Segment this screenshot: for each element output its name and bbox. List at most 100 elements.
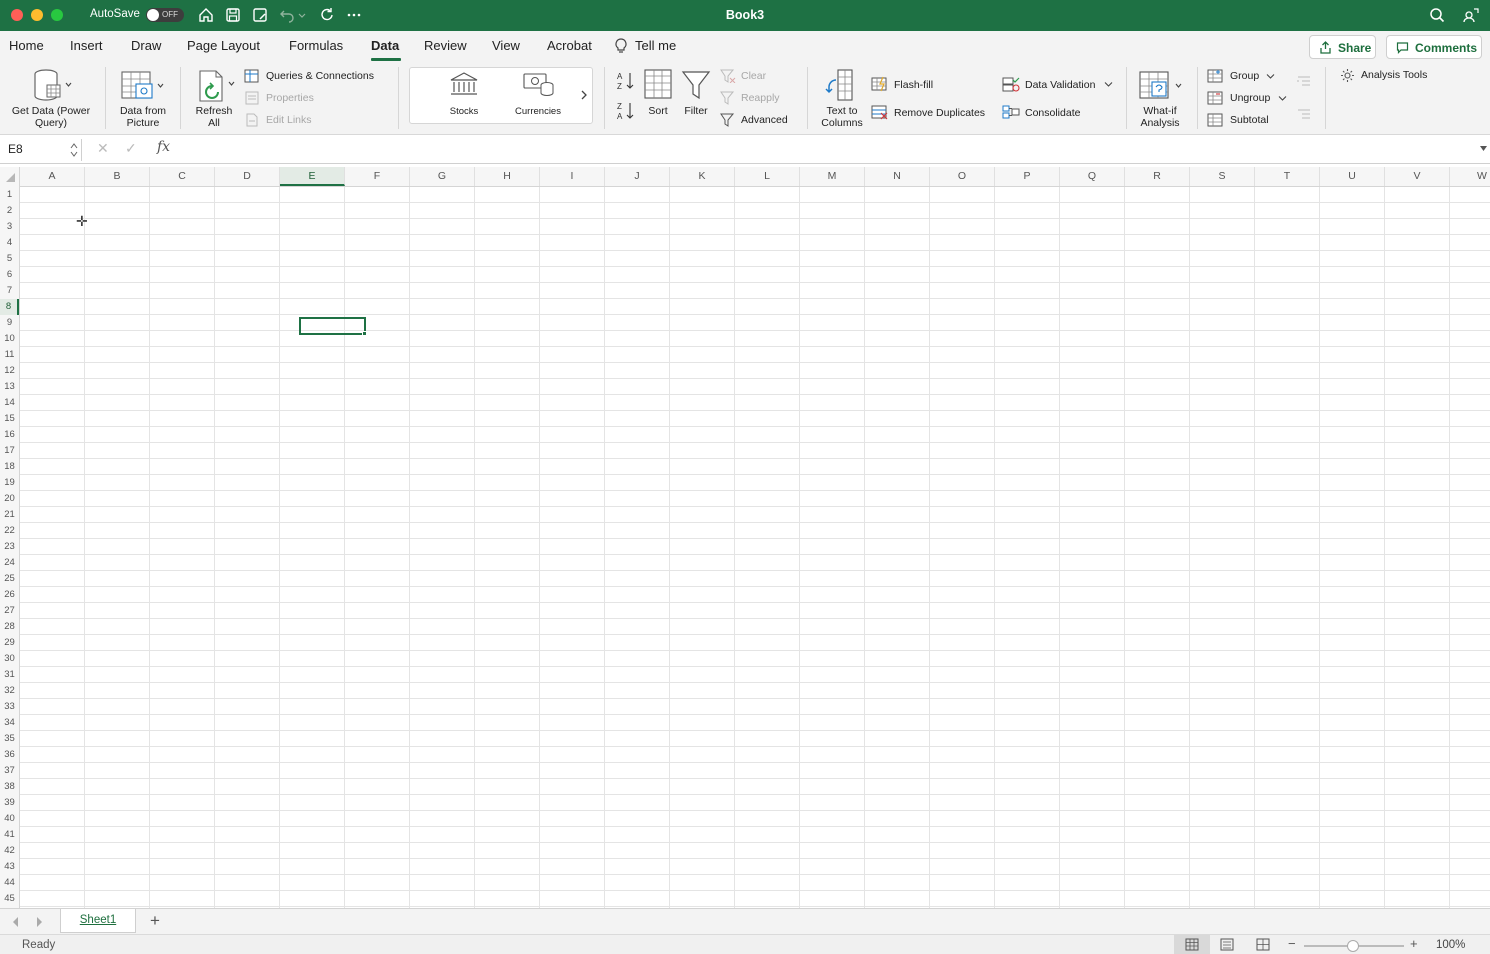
undo-dropdown-icon[interactable] bbox=[297, 6, 307, 24]
minimize-window-button[interactable] bbox=[31, 9, 43, 21]
row-header[interactable]: 2 bbox=[0, 203, 19, 219]
row-header[interactable]: 20 bbox=[0, 491, 19, 507]
tab-data[interactable]: Data bbox=[371, 38, 399, 53]
zoom-out-icon[interactable]: − bbox=[1288, 936, 1296, 951]
tab-formulas[interactable]: Formulas bbox=[289, 38, 343, 53]
column-header[interactable]: P bbox=[995, 167, 1060, 186]
scroll-sheets-right-icon[interactable] bbox=[34, 916, 44, 928]
share-button[interactable]: Share bbox=[1309, 35, 1376, 59]
row-header[interactable]: 39 bbox=[0, 795, 19, 811]
tab-acrobat[interactable]: Acrobat bbox=[547, 38, 592, 53]
column-header[interactable]: U bbox=[1320, 167, 1385, 186]
row-header[interactable]: 14 bbox=[0, 395, 19, 411]
row-header[interactable]: 12 bbox=[0, 363, 19, 379]
row-header[interactable]: 29 bbox=[0, 635, 19, 651]
hide-detail-icon[interactable] bbox=[1297, 108, 1311, 120]
name-box-stepper-icon[interactable] bbox=[70, 142, 78, 158]
row-header[interactable]: 41 bbox=[0, 827, 19, 843]
zoom-level[interactable]: 100% bbox=[1436, 939, 1465, 951]
autosave-toggle[interactable]: OFF bbox=[146, 8, 184, 22]
column-header[interactable]: H bbox=[475, 167, 540, 186]
column-header[interactable]: J bbox=[605, 167, 670, 186]
tell-me-search[interactable]: Tell me bbox=[635, 38, 676, 53]
sheet-tab-sheet1[interactable]: Sheet1 bbox=[60, 909, 136, 933]
more-icon[interactable] bbox=[345, 6, 363, 24]
row-header[interactable]: 30 bbox=[0, 651, 19, 667]
row-header[interactable]: 24 bbox=[0, 555, 19, 571]
tab-draw[interactable]: Draw bbox=[131, 38, 161, 53]
tab-home[interactable]: Home bbox=[9, 38, 44, 53]
column-header[interactable]: O bbox=[930, 167, 995, 186]
tab-view[interactable]: View bbox=[492, 38, 520, 53]
tab-page-layout[interactable]: Page Layout bbox=[187, 38, 260, 53]
column-header[interactable]: M bbox=[800, 167, 865, 186]
row-header[interactable]: 35 bbox=[0, 731, 19, 747]
column-header[interactable]: K bbox=[670, 167, 735, 186]
home-icon[interactable] bbox=[197, 6, 215, 24]
row-header[interactable]: 40 bbox=[0, 811, 19, 827]
row-header[interactable]: 28 bbox=[0, 619, 19, 635]
zoom-in-icon[interactable]: + bbox=[1410, 936, 1418, 951]
save-as-icon[interactable] bbox=[251, 6, 269, 24]
column-header[interactable]: F bbox=[345, 167, 410, 186]
column-header[interactable]: S bbox=[1190, 167, 1255, 186]
search-icon[interactable] bbox=[1428, 6, 1446, 24]
row-header[interactable]: 26 bbox=[0, 587, 19, 603]
formula-input[interactable] bbox=[179, 138, 1469, 161]
name-box[interactable]: E8 bbox=[4, 139, 82, 161]
active-cell[interactable] bbox=[299, 317, 366, 335]
scroll-sheets-left-icon[interactable] bbox=[11, 916, 21, 928]
column-header[interactable]: N bbox=[865, 167, 930, 186]
row-header[interactable]: 18 bbox=[0, 459, 19, 475]
row-header[interactable]: 6 bbox=[0, 267, 19, 283]
row-header[interactable]: 32 bbox=[0, 683, 19, 699]
column-header[interactable]: D bbox=[215, 167, 280, 186]
close-window-button[interactable] bbox=[11, 9, 23, 21]
save-icon[interactable] bbox=[224, 6, 242, 24]
account-icon[interactable] bbox=[1462, 6, 1480, 24]
column-header[interactable]: A bbox=[20, 167, 85, 186]
row-header[interactable]: 27 bbox=[0, 603, 19, 619]
add-sheet-button[interactable]: + bbox=[150, 911, 160, 931]
column-header[interactable]: V bbox=[1385, 167, 1450, 186]
row-header[interactable]: 23 bbox=[0, 539, 19, 555]
fill-handle[interactable] bbox=[362, 331, 367, 336]
row-header[interactable]: 1 bbox=[0, 187, 19, 203]
row-header[interactable]: 25 bbox=[0, 571, 19, 587]
row-header[interactable]: 4 bbox=[0, 235, 19, 251]
row-header[interactable]: 8 bbox=[0, 299, 19, 315]
column-header[interactable]: R bbox=[1125, 167, 1190, 186]
row-header[interactable]: 33 bbox=[0, 699, 19, 715]
column-header[interactable]: W bbox=[1450, 167, 1490, 186]
column-header[interactable]: L bbox=[735, 167, 800, 186]
row-header[interactable]: 9 bbox=[0, 315, 19, 331]
show-detail-icon[interactable] bbox=[1297, 75, 1311, 87]
row-header[interactable]: 3 bbox=[0, 219, 19, 235]
chevron-right-icon[interactable] bbox=[579, 89, 589, 101]
row-header[interactable]: 42 bbox=[0, 843, 19, 859]
column-header[interactable]: C bbox=[150, 167, 215, 186]
sort-ascending-icon[interactable]: A Z bbox=[615, 70, 637, 92]
zoom-window-button[interactable] bbox=[51, 9, 63, 21]
row-header[interactable]: 22 bbox=[0, 523, 19, 539]
zoom-slider-knob[interactable] bbox=[1347, 940, 1359, 952]
tab-review[interactable]: Review bbox=[424, 38, 467, 53]
row-header[interactable]: 15 bbox=[0, 411, 19, 427]
confirm-entry-icon[interactable]: ✓ bbox=[125, 140, 137, 157]
row-header[interactable]: 45 bbox=[0, 891, 19, 907]
row-header[interactable]: 19 bbox=[0, 475, 19, 491]
row-header[interactable]: 36 bbox=[0, 747, 19, 763]
row-header[interactable]: 17 bbox=[0, 443, 19, 459]
comments-button[interactable]: Comments bbox=[1386, 35, 1482, 59]
sort-descending-icon[interactable]: Z A bbox=[615, 100, 637, 122]
row-header[interactable]: 44 bbox=[0, 875, 19, 891]
cancel-entry-icon[interactable]: ✕ bbox=[97, 140, 109, 157]
row-header[interactable]: 11 bbox=[0, 347, 19, 363]
cells-area[interactable]: ✛ bbox=[20, 187, 1490, 908]
row-header[interactable]: 31 bbox=[0, 667, 19, 683]
page-layout-view-icon[interactable] bbox=[1220, 938, 1234, 951]
page-break-view-icon[interactable] bbox=[1256, 938, 1270, 951]
insert-function-button[interactable]: fx bbox=[157, 139, 170, 155]
row-header[interactable]: 43 bbox=[0, 859, 19, 875]
row-header[interactable]: 7 bbox=[0, 283, 19, 299]
